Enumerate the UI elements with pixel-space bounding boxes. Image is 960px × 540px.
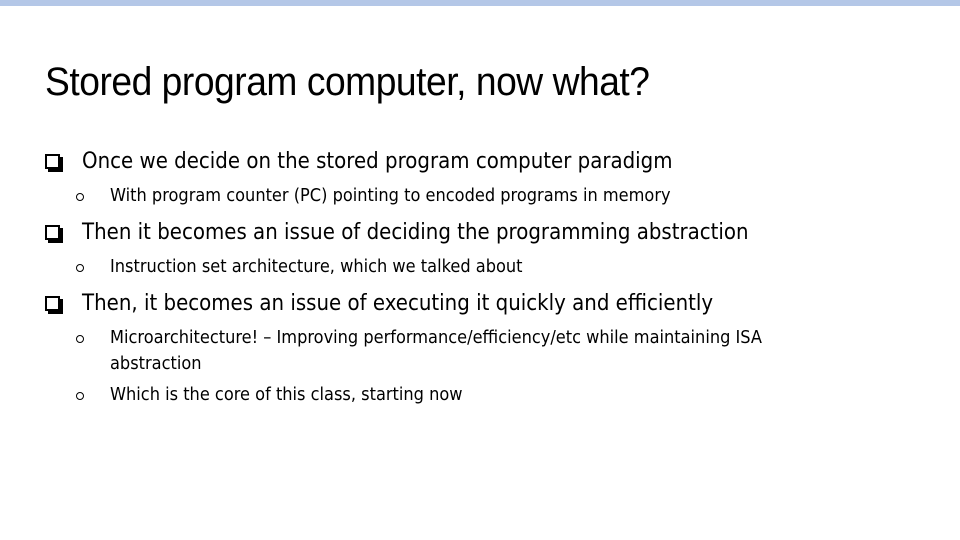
square-bullet-icon xyxy=(45,296,60,311)
square-bullet-icon xyxy=(45,225,60,240)
sub-bullet-text: Which is the core of this class, startin… xyxy=(110,384,463,405)
bullet-text: Then, it becomes an issue of executing i… xyxy=(82,291,714,316)
slide-title: Stored program computer, now what? xyxy=(45,60,650,104)
circle-bullet-icon xyxy=(76,193,84,201)
top-accent-bar xyxy=(0,0,960,6)
sub-bullet-text: abstraction xyxy=(110,353,202,374)
circle-bullet-icon xyxy=(76,264,84,272)
sub-bullet-text: Instruction set architecture, which we t… xyxy=(110,256,523,277)
sub-bullet-text: Microarchitecture! – Improving performan… xyxy=(110,327,762,348)
bullet-text: Then it becomes an issue of deciding the… xyxy=(82,220,749,245)
circle-bullet-icon xyxy=(76,335,84,343)
square-bullet-icon xyxy=(45,154,60,169)
sub-bullet-text: With program counter (PC) pointing to en… xyxy=(110,185,671,206)
circle-bullet-icon xyxy=(76,392,84,400)
bullet-text: Once we decide on the stored program com… xyxy=(82,149,673,174)
